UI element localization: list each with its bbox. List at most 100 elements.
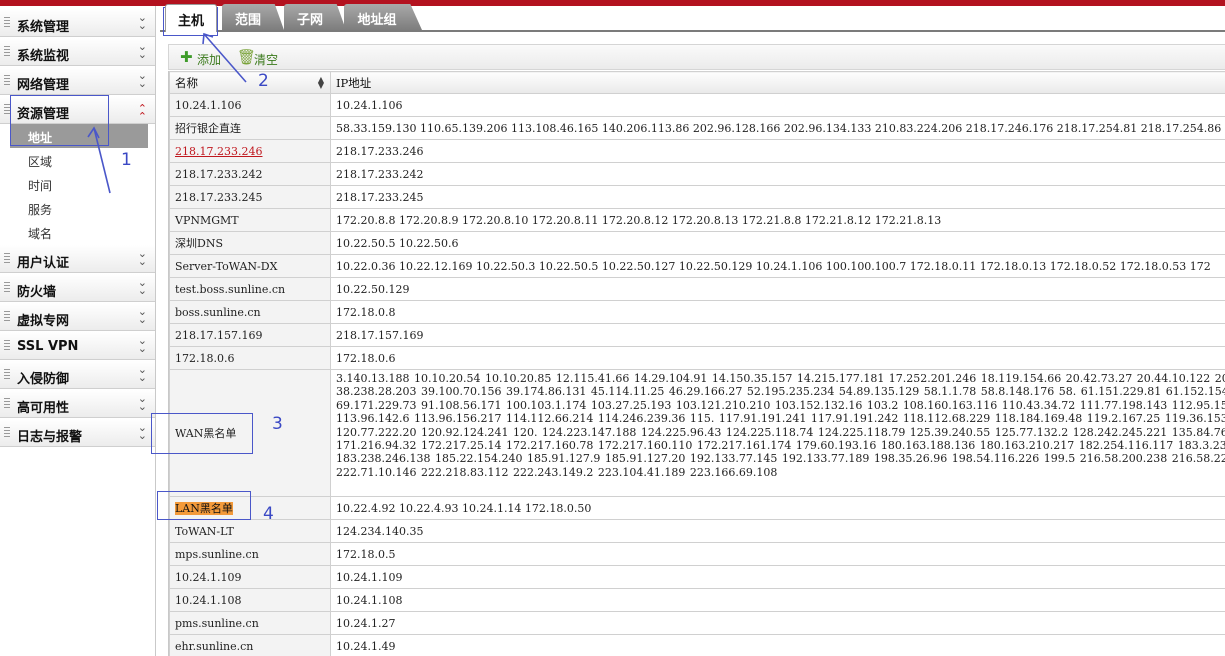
chevron-double-down-icon: ⌄ ⌄ bbox=[137, 363, 147, 384]
grip-icon bbox=[4, 75, 10, 87]
menu-group-intrusion-prevention[interactable]: 入侵防御 ⌄ ⌄ bbox=[0, 361, 155, 389]
sidebar: 系统管理 ⌄ ⌄ 系统监视 ⌄ ⌄ 网络管理 ⌄ ⌄ 资源管理 ⌃ ⌃ 地址 区域 时间… bbox=[0, 6, 156, 656]
menu-group-system-monitor[interactable]: 系统监视 ⌄ ⌄ bbox=[0, 38, 155, 66]
cell-name[interactable]: WAN黑名单 bbox=[169, 369, 331, 497]
cell-name[interactable]: 218.17.233.245 bbox=[169, 185, 331, 209]
table-row[interactable]: 218.17.233.246 218.17.233.246 bbox=[169, 139, 1225, 163]
menu-group-label: 防火墙 bbox=[17, 285, 57, 300]
menu-group-ssl-vpn[interactable]: SSL VPN ⌄ ⌄ bbox=[0, 332, 155, 360]
menu-group-label: 用户认证 bbox=[17, 256, 70, 271]
menu-group-user-auth[interactable]: 用户认证 ⌄ ⌄ bbox=[0, 245, 155, 273]
cell-address: 218.17.233.245 bbox=[330, 185, 1225, 209]
cell-address: 218.17.157.169 bbox=[330, 323, 1225, 347]
menu-group-label: 系统管理 bbox=[17, 20, 70, 35]
table-row[interactable]: 10.24.1.109 10.24.1.109 bbox=[169, 565, 1225, 589]
cell-address: 218.17.233.242 bbox=[330, 162, 1225, 186]
grip-icon bbox=[4, 46, 10, 58]
chevron-double-down-icon: ⌄ ⌄ bbox=[137, 276, 147, 297]
grip-icon bbox=[4, 427, 10, 439]
chevron-double-down-icon: ⌄ ⌄ bbox=[137, 11, 147, 32]
cell-name[interactable]: Server-ToWAN-DX bbox=[169, 254, 331, 278]
toolbar: ✚ 添加 🗑 清空 bbox=[168, 44, 1225, 70]
cell-name[interactable]: ehr.sunline.cn bbox=[169, 634, 331, 656]
table-row[interactable]: LAN黑名单 10.22.4.92 10.22.4.93 10.24.1.14 1… bbox=[169, 496, 1225, 520]
highlighted-row-name[interactable]: LAN黑名单 bbox=[175, 502, 233, 515]
table-row[interactable]: Server-ToWAN-DX 10.22.0.36 10.22.12.169 1… bbox=[169, 254, 1225, 278]
table-header-row: 名称 ▲ ▼ IP地址 bbox=[169, 71, 1225, 94]
column-header-name[interactable]: 名称 ▲ ▼ bbox=[169, 71, 331, 94]
table-row[interactable]: 172.18.0.6 172.18.0.6 bbox=[169, 346, 1225, 370]
cell-name[interactable]: test.boss.sunline.cn bbox=[169, 277, 331, 301]
cell-name[interactable]: 218.17.233.242 bbox=[169, 162, 331, 186]
annotation-label-2: 2 bbox=[258, 71, 269, 91]
grip-icon bbox=[4, 311, 10, 323]
table-row[interactable]: 深圳DNS 10.22.50.5 10.22.50.6 bbox=[169, 231, 1225, 255]
cell-address: 124.234.140.35 bbox=[330, 519, 1225, 543]
tab-host[interactable]: 主机 bbox=[165, 4, 217, 32]
table-row[interactable]: ehr.sunline.cn 10.24.1.49 bbox=[169, 634, 1225, 656]
cell-name[interactable]: 10.24.1.106 bbox=[169, 93, 331, 117]
table-row[interactable]: 招行银企直连 58.33.159.130 110.65.139.206 113.1… bbox=[169, 116, 1225, 140]
tab-baseline bbox=[160, 30, 1225, 32]
menu-group-firewall[interactable]: 防火墙 ⌄ ⌄ bbox=[0, 274, 155, 302]
cell-name[interactable]: boss.sunline.cn bbox=[169, 300, 331, 324]
table-row[interactable]: 218.17.233.242 218.17.233.242 bbox=[169, 162, 1225, 186]
cell-name[interactable]: ToWAN-LT bbox=[169, 519, 331, 543]
table-row[interactable]: mps.sunline.cn 172.18.0.5 bbox=[169, 542, 1225, 566]
cell-address: 172.18.0.5 bbox=[330, 542, 1225, 566]
menu-group-logs-alerts[interactable]: 日志与报警 ⌄ ⌄ bbox=[0, 419, 155, 447]
table-row[interactable]: WAN黑名单 3.140.13.188 10.10.20.54 10.10.20.… bbox=[169, 369, 1225, 497]
tab-range[interactable]: 范围 bbox=[222, 4, 284, 30]
cell-name[interactable]: 深圳DNS bbox=[169, 231, 331, 255]
cell-name[interactable]: mps.sunline.cn bbox=[169, 542, 331, 566]
table-row[interactable]: ToWAN-LT 124.234.140.35 bbox=[169, 519, 1225, 543]
menu-group-high-availability[interactable]: 高可用性 ⌄ ⌄ bbox=[0, 390, 155, 418]
chevron-double-down-icon: ⌄ ⌄ bbox=[137, 40, 147, 61]
table-row[interactable]: 10.24.1.106 10.24.1.106 bbox=[169, 93, 1225, 117]
row-name-link[interactable]: 218.17.233.246 bbox=[175, 145, 262, 158]
cell-name[interactable]: 10.24.1.108 bbox=[169, 588, 331, 612]
cell-name[interactable]: 招行银企直连 bbox=[169, 116, 331, 140]
cell-name[interactable]: 172.18.0.6 bbox=[169, 346, 331, 370]
annotation-arrowhead-2 bbox=[202, 32, 214, 45]
sort-icon[interactable]: ▲ ▼ bbox=[318, 76, 324, 90]
cell-name[interactable]: VPNMGMT bbox=[169, 208, 331, 232]
chevron-double-down-icon: ⌄ ⌄ bbox=[137, 421, 147, 442]
chevron-double-down-icon: ⌄ ⌄ bbox=[137, 334, 147, 355]
cell-address: 10.22.50.5 10.22.50.6 bbox=[330, 231, 1225, 255]
table-row[interactable]: 218.17.233.245 218.17.233.245 bbox=[169, 185, 1225, 209]
cell-name[interactable]: 218.17.157.169 bbox=[169, 323, 331, 347]
table-row[interactable]: pms.sunline.cn 10.24.1.27 bbox=[169, 611, 1225, 635]
clear-button[interactable]: 🗑 清空 bbox=[237, 49, 283, 67]
menu-group-resource-management[interactable]: 资源管理 ⌃ ⌃ bbox=[0, 96, 155, 124]
cell-address: 58.33.159.130 110.65.139.206 113.108.46.… bbox=[330, 116, 1225, 140]
sidebar-item-domain[interactable]: 域名 bbox=[10, 220, 148, 244]
add-button[interactable]: ✚ 添加 bbox=[180, 49, 226, 67]
sidebar-item-address[interactable]: 地址 bbox=[10, 124, 148, 148]
table-row[interactable]: boss.sunline.cn 172.18.0.8 bbox=[169, 300, 1225, 324]
table-row[interactable]: VPNMGMT 172.20.8.8 172.20.8.9 172.20.8.10… bbox=[169, 208, 1225, 232]
sidebar-item-time[interactable]: 时间 bbox=[10, 172, 148, 196]
menu-group-system-management[interactable]: 系统管理 ⌄ ⌄ bbox=[0, 9, 155, 37]
cell-name[interactable]: pms.sunline.cn bbox=[169, 611, 331, 635]
cell-address: 10.24.1.27 bbox=[330, 611, 1225, 635]
menu-group-vpn[interactable]: 虚拟专网 ⌄ ⌄ bbox=[0, 303, 155, 331]
table-row[interactable]: 218.17.157.169 218.17.157.169 bbox=[169, 323, 1225, 347]
cell-name[interactable]: 218.17.233.246 bbox=[169, 139, 331, 163]
table-row[interactable]: test.boss.sunline.cn 10.22.50.129 bbox=[169, 277, 1225, 301]
cell-name[interactable]: 10.24.1.109 bbox=[169, 565, 331, 589]
grip-icon bbox=[4, 398, 10, 410]
cell-address: 172.20.8.8 172.20.8.9 172.20.8.10 172.20… bbox=[330, 208, 1225, 232]
sidebar-item-service[interactable]: 服务 bbox=[10, 196, 148, 220]
menu-group-label: 系统监视 bbox=[17, 49, 70, 64]
grip-icon bbox=[4, 253, 10, 265]
menu-group-label: SSL VPN bbox=[17, 339, 79, 354]
table-row[interactable]: 10.24.1.108 10.24.1.108 bbox=[169, 588, 1225, 612]
column-header-ip: IP地址 bbox=[330, 71, 1225, 94]
menu-group-network-management[interactable]: 网络管理 ⌄ ⌄ bbox=[0, 67, 155, 95]
cell-address: 218.17.233.246 bbox=[330, 139, 1225, 163]
tab-subnet[interactable]: 子网 bbox=[284, 4, 346, 30]
cell-name[interactable]: LAN黑名单 bbox=[169, 496, 331, 520]
menu-group-label: 高可用性 bbox=[17, 401, 70, 416]
tab-address-group[interactable]: 地址组 bbox=[344, 4, 422, 30]
